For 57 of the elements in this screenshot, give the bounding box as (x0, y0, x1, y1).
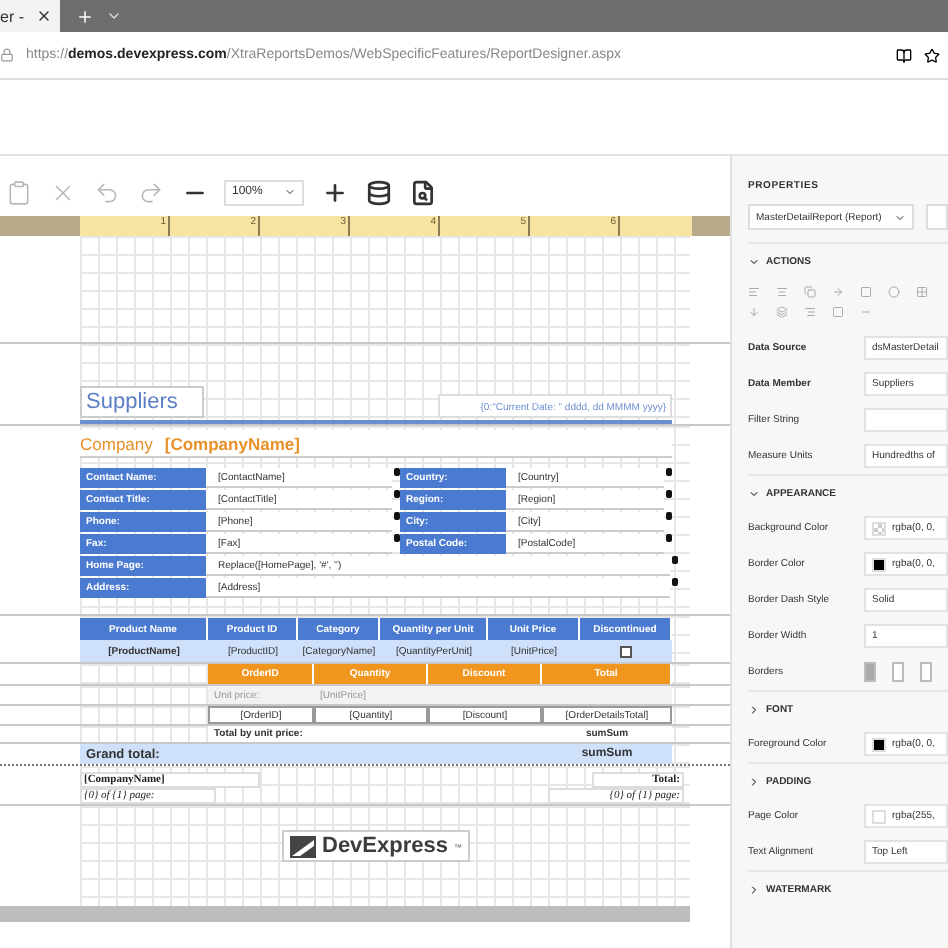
plus-button[interactable] (320, 178, 348, 206)
company-label: Company (80, 433, 153, 453)
chevron-down-icon[interactable] (106, 8, 122, 24)
checkbox-icon (620, 645, 632, 657)
book-icon[interactable] (896, 47, 912, 63)
border-toggle[interactable] (920, 662, 932, 682)
layers-icon[interactable] (776, 306, 788, 318)
undo-icon (93, 179, 119, 205)
square-icon[interactable] (860, 286, 872, 298)
copy-icon[interactable] (804, 286, 816, 298)
caret-icon (748, 775, 760, 787)
handle-icon (672, 578, 678, 586)
browser-tab[interactable]: er - (0, 0, 60, 32)
logo-icon (290, 835, 316, 857)
company-field: [CompanyName] (164, 433, 300, 453)
caret-icon (748, 883, 760, 895)
clipboard-icon (5, 179, 31, 205)
handle-icon (666, 468, 672, 476)
caret-icon (748, 255, 760, 267)
handle-icon (394, 490, 400, 498)
property-field[interactable] (864, 408, 948, 432)
grid-icon[interactable] (916, 286, 928, 298)
file-search-icon (409, 179, 435, 205)
caret-icon (748, 487, 760, 499)
arrow-down-icon[interactable] (748, 306, 760, 318)
file-search-button[interactable] (408, 178, 436, 206)
report-title: Suppliers (80, 386, 204, 418)
align-left-icon[interactable] (748, 286, 760, 298)
handle-icon (672, 556, 678, 564)
database-button[interactable] (364, 178, 392, 206)
caret-icon (748, 703, 760, 715)
handle-icon (394, 534, 400, 542)
border-toggle[interactable] (864, 662, 876, 682)
tab-title: er - (0, 7, 24, 25)
caret-icon (893, 211, 906, 223)
database-icon (365, 179, 391, 205)
border-toggle[interactable] (892, 662, 904, 682)
redo-icon (137, 179, 163, 205)
align-right-icon[interactable] (804, 306, 816, 318)
caret-icon (284, 186, 296, 198)
handle-icon (666, 534, 672, 542)
handle-icon (666, 490, 672, 498)
handle-icon (394, 468, 400, 476)
circle-icon[interactable] (888, 286, 900, 298)
lock-icon (0, 48, 14, 62)
align-center-icon[interactable] (776, 286, 788, 298)
handle-icon (666, 512, 672, 520)
square-icon[interactable] (832, 306, 844, 318)
star-icon[interactable] (924, 47, 940, 63)
plus-icon[interactable] (76, 7, 94, 25)
color-swatch (872, 521, 886, 535)
minus-icon[interactable] (860, 306, 872, 318)
arrow-right-icon[interactable] (832, 286, 844, 298)
plus-icon (321, 179, 347, 205)
scrollbar[interactable] (0, 906, 690, 922)
handle-icon (394, 512, 400, 520)
close-icon[interactable] (36, 8, 52, 24)
